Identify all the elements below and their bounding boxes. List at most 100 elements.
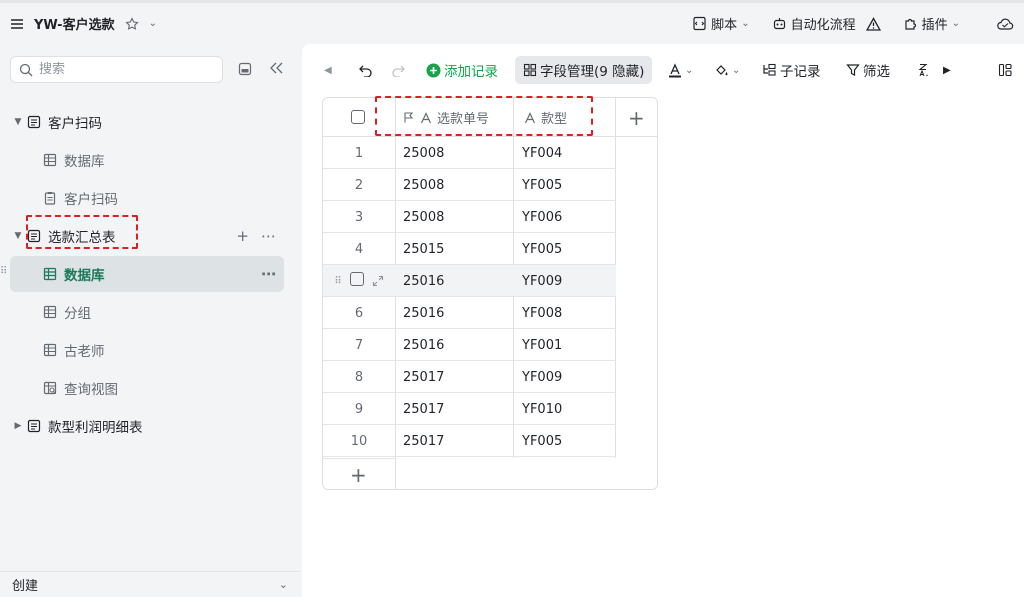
cell-order-no[interactable]: 25017 <box>403 425 444 457</box>
cell-style[interactable]: YF005 <box>522 233 562 265</box>
sort-icon[interactable] <box>918 56 930 84</box>
row-index: 8 <box>354 369 364 385</box>
plugins-label: 插件 <box>921 18 948 33</box>
script-menu[interactable]: 脚本 ⌄ <box>692 14 750 33</box>
table-row[interactable]: 6 25016 YF008 <box>323 297 616 329</box>
filter-button[interactable]: 筛选 <box>846 56 890 84</box>
cell-order-no[interactable]: 25016 <box>403 329 444 361</box>
cell-style[interactable]: YF009 <box>522 265 562 297</box>
collapse-panel-icon[interactable] <box>238 62 252 76</box>
row-controls: ⠿ <box>323 265 395 297</box>
more-icon[interactable]: ⋯ <box>261 265 276 283</box>
field-manage-label: 字段管理(9 隐藏) <box>540 64 645 80</box>
plugins-menu[interactable]: 插件 ⌄ <box>903 14 960 33</box>
chevron-down-icon[interactable]: ⌄ <box>149 18 157 29</box>
table-row[interactable]: 7 25016 YF001 <box>323 329 616 361</box>
scroll-right-icon[interactable]: ▶ <box>943 56 951 84</box>
drag-handle-icon[interactable]: ⠿ <box>0 266 7 277</box>
cell-style[interactable]: YF008 <box>522 297 562 329</box>
row-index: 9 <box>354 401 364 417</box>
add-row-button[interactable]: + <box>350 460 367 489</box>
field-manage-button[interactable]: 字段管理(9 隐藏) <box>515 56 653 84</box>
star-icon[interactable] <box>124 16 139 31</box>
table-row[interactable]: 8 25017 YF009 <box>323 361 616 393</box>
annotation-highlight <box>26 215 138 249</box>
cell-style[interactable]: YF001 <box>522 329 562 361</box>
cell-style[interactable]: YF006 <box>522 201 562 233</box>
table-row[interactable]: ⠿ 25016 YF009 <box>323 265 616 297</box>
cell-style[interactable]: YF005 <box>522 169 562 201</box>
cell-order-no[interactable]: 25015 <box>403 233 444 265</box>
tree-item-label: 款型利润明细表 <box>48 420 143 436</box>
subrecord-icon <box>762 63 777 77</box>
row-index: 4 <box>354 241 364 257</box>
tree-item-profit-detail[interactable]: ▶ 款型利润明细表 <box>10 408 284 444</box>
more-icon[interactable]: ⋯ <box>261 227 276 245</box>
cell-order-no[interactable]: 25008 <box>403 169 444 201</box>
tree-item-group[interactable]: 分组 <box>10 294 284 330</box>
tree-item-query-view[interactable]: 查询视图 <box>10 370 284 406</box>
query-view-icon <box>42 380 58 396</box>
cell-order-no[interactable]: 25017 <box>403 361 444 393</box>
drag-handle-icon[interactable]: ⠿ <box>334 276 341 287</box>
cell-style[interactable]: YF010 <box>522 393 562 425</box>
tree-item-database-1[interactable]: 数据库 <box>10 142 284 178</box>
subrecord-button[interactable]: 子记录 <box>762 56 821 84</box>
caret-down-icon[interactable]: ▼ <box>10 231 26 241</box>
add-column-button[interactable]: + <box>628 98 645 137</box>
cell-order-no[interactable]: 25016 <box>403 297 444 329</box>
tree-item-label: 古老师 <box>64 344 105 360</box>
cell-style[interactable]: YF004 <box>522 137 562 169</box>
hamburger-icon[interactable] <box>10 18 24 30</box>
cell-order-no[interactable]: 25016 <box>403 265 444 297</box>
add-circle-icon <box>426 63 441 78</box>
caret-right-icon[interactable]: ▶ <box>10 421 26 431</box>
tree-item-customer-scan[interactable]: ▼ 客户扫码 <box>10 104 284 140</box>
table-row[interactable]: 1 25008 YF004 <box>323 137 616 169</box>
undo-icon[interactable] <box>358 56 374 84</box>
cell-order-no[interactable]: 25008 <box>403 201 444 233</box>
search-box[interactable] <box>10 56 223 83</box>
text-color-button[interactable]: ⌄ <box>668 56 693 84</box>
filter-icon <box>846 63 860 77</box>
tree-item-label: 分组 <box>64 306 91 322</box>
app-title[interactable]: YW-客户选款 <box>34 14 115 33</box>
add-record-label: 添加记录 <box>444 64 498 80</box>
sidebar-footer-create[interactable]: 创建 ⌄ <box>0 571 300 597</box>
table-row[interactable]: 2 25008 YF005 <box>323 169 616 201</box>
chevron-down-icon: ⌄ <box>741 18 750 29</box>
table-row[interactable]: 4 25015 YF005 <box>323 233 616 265</box>
chevron-down-icon[interactable]: ⌄ <box>279 578 288 591</box>
chevron-down-icon: ⌄ <box>951 18 960 29</box>
caret-down-icon[interactable]: ▼ <box>10 117 26 127</box>
table-row[interactable]: 3 25008 YF006 <box>323 201 616 233</box>
redo-icon[interactable] <box>390 56 406 84</box>
tree-item-teacher-gu[interactable]: 古老师 <box>10 332 284 368</box>
text-color-icon <box>668 62 682 78</box>
tree-item-label: 客户扫码 <box>48 116 102 132</box>
collapse-sidebar-icon[interactable] <box>268 61 284 75</box>
table-row[interactable]: 9 25017 YF010 <box>323 393 616 425</box>
annotation-highlight <box>375 96 593 136</box>
cell-style[interactable]: YF009 <box>522 361 562 393</box>
search-input[interactable] <box>39 62 199 77</box>
data-grid: 选款单号 款型 + 1 25008 YF004 2 25008 YF005 3 25008 YF… <box>322 97 658 490</box>
tree-item-database-active[interactable]: 数据库 ⋯ <box>10 256 284 292</box>
scroll-left-icon[interactable]: ◀ <box>324 56 332 84</box>
automation-menu[interactable]: 自动化流程 <box>772 14 881 33</box>
cell-style[interactable]: YF005 <box>522 425 562 457</box>
table-row[interactable]: 10 25017 YF005 <box>323 425 616 457</box>
cell-order-no[interactable]: 25008 <box>403 137 444 169</box>
select-all-checkbox[interactable] <box>351 110 365 124</box>
add-record-button[interactable]: 添加记录 <box>426 56 498 84</box>
cloud-icon[interactable] <box>996 17 1014 31</box>
fill-color-button[interactable]: ⌄ <box>714 56 740 84</box>
cell-order-no[interactable]: 25017 <box>403 393 444 425</box>
tree-item-customer-scan-form[interactable]: 客户扫码 <box>10 180 284 216</box>
expand-icon[interactable] <box>372 275 384 287</box>
grid-icon <box>523 63 537 77</box>
tree-item-label: 数据库 <box>64 154 105 170</box>
add-icon[interactable]: + <box>236 227 249 245</box>
row-checkbox[interactable] <box>349 272 364 290</box>
layout-icon[interactable] <box>998 56 1014 84</box>
